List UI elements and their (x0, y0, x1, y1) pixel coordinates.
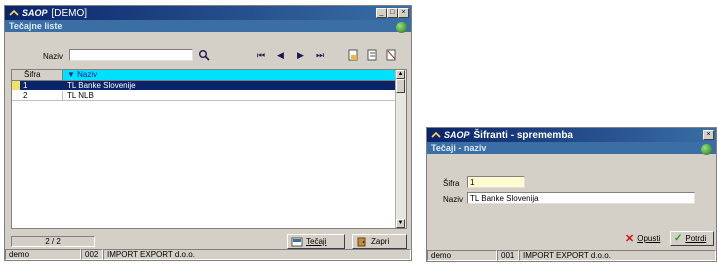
globe-icon (396, 22, 407, 33)
globe-icon (701, 144, 712, 155)
sifra-label: Šifra (443, 179, 460, 188)
dialog-title: Šifranti - sprememba (473, 129, 573, 141)
page-title-text: Tečajne liste (9, 21, 63, 31)
dialog-status-code-text: 001 (501, 251, 515, 260)
row-indicator (12, 81, 20, 90)
row-cell-sifra: 2 (20, 91, 63, 100)
window-title: [DEMO] (51, 7, 88, 19)
record-counter: 2 / 2 (11, 236, 95, 247)
dialog-status-company: IMPORT EXPORT d.o.o. (519, 250, 716, 261)
page-title: Tečajne liste (5, 20, 411, 32)
table-row[interactable]: 1 TL Banke Slovenije (12, 81, 396, 90)
last-record-button[interactable]: ⏭ (316, 50, 324, 61)
first-record-button[interactable]: ⏮ (257, 50, 265, 61)
app-logo-icon (9, 9, 19, 16)
potrdi-button-label: Potrdi (685, 234, 707, 243)
zapri-button-label: Zapri (371, 237, 390, 246)
dialog-status-company-text: IMPORT EXPORT d.o.o. (523, 251, 611, 260)
column-header-naziv-label: Naziv (77, 70, 98, 79)
edit-dialog: SAOP Šifranti - sprememba × Tečaji - naz… (426, 127, 717, 262)
scroll-thumb[interactable] (396, 79, 405, 93)
dialog-titlebar: SAOP Šifranti - sprememba (427, 128, 716, 142)
dialog-subtitle-text: Tečaji - naziv (431, 143, 487, 153)
check-icon: ✓ (674, 233, 683, 244)
close-button[interactable]: × (398, 8, 409, 18)
naziv-label: Naziv (443, 195, 464, 204)
vertical-scrollbar[interactable]: ▲ ▼ (395, 70, 406, 228)
new-record-icon[interactable] (348, 49, 359, 61)
row-cell-naziv: TL Banke Slovenije (63, 81, 396, 90)
table-row[interactable]: 2 TL NLB (12, 91, 396, 101)
status-user-text: demo (9, 250, 30, 259)
column-header-naziv[interactable]: ▼ Naziv (63, 70, 396, 80)
status-code: 002 (81, 249, 103, 260)
main-window: SAOP [DEMO] _ □ × Tečajne liste Naziv ⏮ … (4, 5, 412, 261)
minimize-button[interactable]: _ (376, 8, 387, 18)
dialog-status-user-text: demo (431, 251, 452, 260)
edit-record-icon[interactable] (367, 49, 378, 61)
main-titlebar: SAOP [DEMO] (5, 6, 411, 20)
naziv-field[interactable]: TL Banke Slovenija (467, 192, 695, 204)
row-cell-naziv: TL NLB (67, 91, 94, 100)
grid-header: Šifra ▼ Naziv (12, 70, 396, 81)
tecaji-button[interactable]: Tečaji (287, 234, 345, 249)
zapri-button[interactable]: Zapri (352, 234, 407, 249)
next-record-button[interactable]: ▶ (297, 50, 304, 61)
dialog-subtitle: Tečaji - naziv (427, 142, 716, 154)
scroll-down-button[interactable]: ▼ (396, 219, 405, 228)
dialog-logo-text: SAOP (444, 130, 470, 140)
scroll-up-button[interactable]: ▲ (396, 70, 405, 79)
cancel-icon: ✕ (625, 233, 635, 245)
app-logo-icon (431, 131, 441, 138)
app-logo-text: SAOP (22, 8, 48, 18)
status-company-text: IMPORT EXPORT d.o.o. (107, 250, 195, 259)
filter-input[interactable] (69, 49, 193, 61)
status-company: IMPORT EXPORT d.o.o. (103, 249, 411, 260)
sifra-field[interactable]: 1 (467, 176, 525, 188)
record-counter-text: 2 / 2 (45, 237, 61, 246)
dialog-status-user: demo (427, 250, 497, 261)
column-header-sifra[interactable]: Šifra (12, 70, 63, 80)
status-code-text: 002 (85, 250, 99, 259)
opusti-button-label: Opusti (637, 234, 661, 243)
filter-label: Naziv (43, 52, 64, 61)
row-cell-sifra: 1 (20, 81, 63, 90)
sort-icon: ▼ (67, 70, 75, 79)
delete-record-icon[interactable] (386, 49, 397, 61)
prev-record-button[interactable]: ◀ (277, 50, 284, 61)
tecaji-button-label: Tečaji (306, 237, 327, 246)
search-icon[interactable] (198, 49, 210, 61)
maximize-button[interactable]: □ (387, 8, 398, 18)
tecaji-icon (291, 237, 303, 246)
status-user: demo (5, 249, 81, 260)
opusti-button[interactable]: ✕ Opusti (621, 231, 667, 246)
data-grid: Šifra ▼ Naziv 1 TL Banke Slovenije 2 TL … (11, 69, 407, 229)
dialog-status-code: 001 (497, 250, 519, 261)
dialog-close-button[interactable]: × (703, 130, 714, 140)
close-door-icon (357, 237, 366, 246)
potrdi-button[interactable]: ✓ Potrdi (670, 231, 714, 246)
